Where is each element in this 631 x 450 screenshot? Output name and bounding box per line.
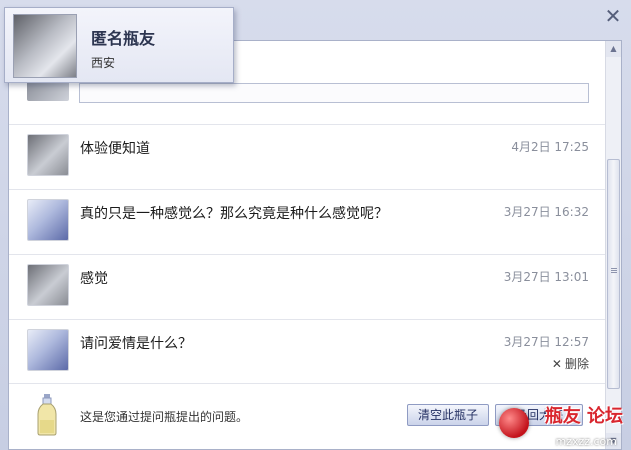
user-avatar (13, 14, 77, 78)
delete-button[interactable]: ✕ 删除 (552, 355, 589, 372)
clear-bottle-button[interactable]: 清空此瓶子 (407, 404, 489, 426)
message-panel: 体验便知道 4月2日 17:25 真的只是一种感觉么？那么究竟是种什么感觉呢？ … (8, 40, 622, 450)
list-item: 感觉 3月27日 13:01 (9, 255, 605, 320)
avatar (27, 329, 69, 371)
footer: 这是您通过提问瓶提出的问题。 清空此瓶子 扔回大海 (9, 383, 605, 449)
scrollbar[interactable]: ▲ ▼ (605, 41, 621, 449)
grip-icon (611, 268, 617, 269)
message-text: 体验便知道 (80, 141, 150, 157)
message-text: 感觉 (80, 271, 108, 287)
footer-note: 这是您通过提问瓶提出的问题。 (80, 410, 249, 424)
delete-icon: ✕ (551, 357, 562, 371)
message-time: 3月27日 12:57 (503, 335, 589, 349)
list-item: 真的只是一种感觉么？那么究竟是种什么感觉呢？ 3月27日 16:32 (9, 190, 605, 255)
scroll-thumb[interactable] (607, 159, 620, 389)
avatar (27, 199, 69, 241)
reply-input[interactable] (79, 83, 589, 103)
list-item: 体验便知道 4月2日 17:25 (9, 125, 605, 190)
profile-name: 匿名瓶友 (91, 29, 156, 48)
message-text: 请问爱情是什么？ (80, 336, 192, 352)
list-item: 请问爱情是什么？ 3月27日 12:57 ✕ 删除 (9, 320, 605, 385)
profile-card: 匿名瓶友 西安 (4, 7, 234, 83)
bottle-icon (37, 394, 57, 436)
delete-label: 删除 (564, 357, 589, 371)
close-icon[interactable]: ✕ (603, 6, 623, 26)
message-time: 4月2日 17:25 (511, 140, 589, 154)
scroll-down-icon[interactable]: ▼ (606, 433, 621, 449)
scroll-up-icon[interactable]: ▲ (606, 41, 621, 57)
avatar (27, 134, 69, 176)
message-time: 3月27日 16:32 (503, 205, 589, 219)
message-text: 真的只是一种感觉么？那么究竟是种什么感觉呢？ (80, 206, 388, 222)
message-time: 3月27日 13:01 (503, 270, 589, 284)
dialog-window: ✕ 体验便知道 4月2日 17:25 真的只是一种感觉么？那么究竟是种什么感觉呢… (0, 0, 631, 450)
throw-back-button[interactable]: 扔回大海 (495, 404, 583, 426)
avatar (27, 264, 69, 306)
avatar (27, 81, 69, 101)
profile-city: 西安 (91, 56, 116, 70)
